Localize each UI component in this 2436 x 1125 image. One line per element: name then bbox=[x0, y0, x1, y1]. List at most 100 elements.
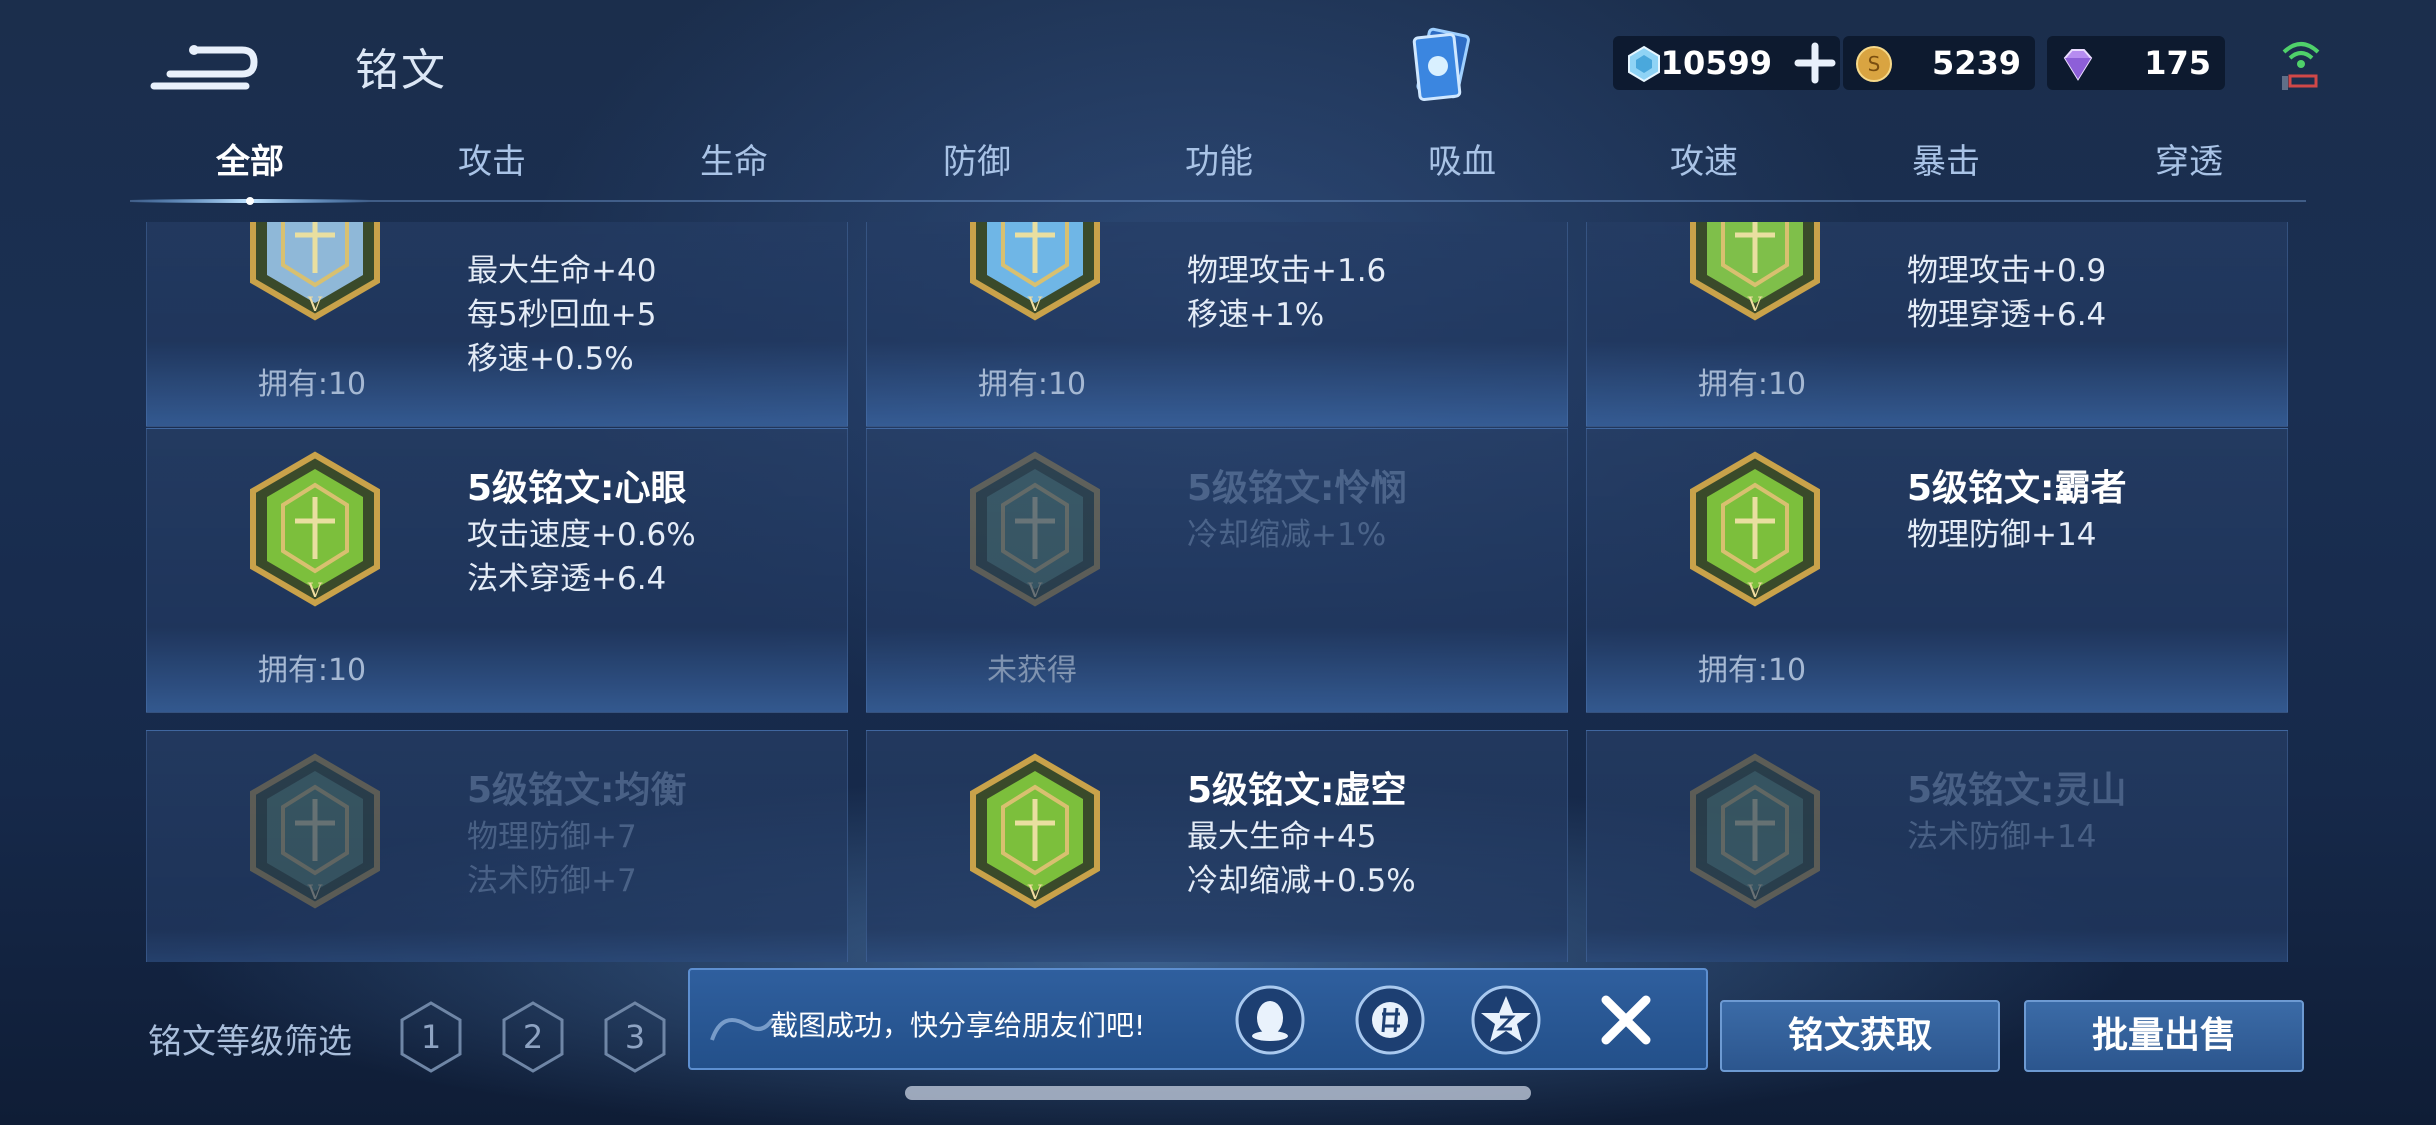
owned-count: 拥有:10 bbox=[257, 367, 367, 402]
inscription-attribute: 物理防御+14 bbox=[1907, 517, 2097, 553]
owned-count: 拥有:10 bbox=[1697, 653, 1807, 688]
back-arrow-icon[interactable] bbox=[150, 28, 260, 98]
gem-value: 175 bbox=[2144, 44, 2211, 82]
inscription-emblem-icon: V bbox=[1690, 451, 1820, 607]
diamond-icon bbox=[1628, 45, 1660, 83]
inscription-card[interactable]: V 5级铭文:灵山法术防御+14 bbox=[1586, 730, 2288, 962]
tab-penetration[interactable]: 穿透 bbox=[2069, 134, 2309, 183]
inscription-attribute: 物理攻击+1.6 bbox=[1187, 253, 1387, 289]
active-tab-indicator bbox=[130, 197, 370, 205]
inscription-attribute: 冷却缩减+0.5% bbox=[1187, 863, 1416, 899]
tab-attack-speed[interactable]: 攻速 bbox=[1584, 134, 1824, 183]
gold-balance: S 5239 bbox=[1843, 36, 2035, 90]
card-deck-icon[interactable] bbox=[1405, 24, 1485, 110]
inscription-attribute: 物理穿透+6.4 bbox=[1907, 297, 2107, 333]
inscription-card[interactable]: V 5级铭文:均衡物理防御+7 法术防御+7 bbox=[146, 730, 848, 962]
inscription-name: 5级铭文:灵山 bbox=[1907, 770, 2127, 811]
svg-text:V: V bbox=[1027, 578, 1043, 602]
gem-icon bbox=[2063, 49, 2093, 81]
level-filter-label: 铭文等级筛选 bbox=[148, 1022, 352, 1062]
inscription-name: 5级铭文:怜悯 bbox=[1187, 468, 1407, 509]
svg-text:V: V bbox=[307, 880, 323, 904]
inscription-emblem-icon: V bbox=[1690, 753, 1820, 909]
level-filter-3-label: 3 bbox=[625, 1018, 645, 1056]
tab-attack[interactable]: 攻击 bbox=[372, 134, 612, 183]
tab-lifesteal[interactable]: 吸血 bbox=[1342, 134, 1582, 183]
level-filter-2[interactable]: 2 bbox=[500, 1000, 566, 1074]
svg-text:V: V bbox=[307, 292, 323, 316]
hexagon-icon: 3 bbox=[604, 1001, 666, 1073]
inscription-attribute: 物理防御+7 bbox=[467, 819, 637, 855]
inscription-attribute: 法术防御+14 bbox=[1907, 819, 2097, 855]
tab-defense[interactable]: 防御 bbox=[857, 134, 1097, 183]
gold-value: 5239 bbox=[1931, 44, 2021, 82]
svg-text:V: V bbox=[1027, 880, 1043, 904]
inscription-name: 5级铭文:虚空 bbox=[1187, 770, 1407, 811]
bulk-sell-button[interactable]: 批量出售 bbox=[2024, 1000, 2304, 1072]
inscription-card[interactable]: V 5级铭文:虚空最大生命+45 冷却缩减+0.5% bbox=[866, 730, 1568, 962]
hexagon-icon: 2 bbox=[502, 1001, 564, 1073]
qzone-icon[interactable] bbox=[1470, 984, 1542, 1056]
gem-balance: 175 bbox=[2047, 36, 2225, 90]
gold-coin-icon: S bbox=[1856, 46, 1892, 82]
home-indicator[interactable] bbox=[905, 1086, 1531, 1100]
inscription-emblem-icon: V bbox=[970, 753, 1100, 909]
tab-function[interactable]: 功能 bbox=[1099, 134, 1339, 183]
svg-text:S: S bbox=[1868, 52, 1881, 76]
share-message: 截图成功，快分享给朋友们吧! bbox=[770, 1009, 1146, 1042]
inscription-attribute: 冷却缩减+1% bbox=[1187, 517, 1387, 553]
inscription-card[interactable]: V 拥有:10 5级铭文:霸者物理防御+14 bbox=[1586, 428, 2288, 713]
inscription-card[interactable]: V 拥有:10 物理攻击+1.6 移速+1% bbox=[866, 222, 1568, 427]
inscription-card[interactable]: V 拥有:10 物理攻击+0.9 物理穿透+6.4 bbox=[1586, 222, 2288, 427]
level-filter-3[interactable]: 3 bbox=[602, 1000, 668, 1074]
diamond-value: 10599 bbox=[1660, 44, 1772, 82]
inscription-attribute: 法术穿透+6.4 bbox=[467, 561, 667, 597]
svg-text:V: V bbox=[1747, 880, 1763, 904]
svg-text:V: V bbox=[1747, 578, 1763, 602]
inscription-card[interactable]: V 拥有:10 5级铭文:心眼攻击速度+0.6% 法术穿透+6.4 bbox=[146, 428, 848, 713]
close-icon[interactable] bbox=[1596, 990, 1656, 1050]
inscription-attribute: 攻击速度+0.6% bbox=[467, 517, 696, 553]
level-filter-1[interactable]: 1 bbox=[398, 1000, 464, 1074]
inscription-card[interactable]: V 拥有:10 最大生命+40 每5秒回血+5 移速+0.5% bbox=[146, 222, 848, 427]
tab-divider bbox=[130, 200, 2306, 202]
svg-text:V: V bbox=[1747, 292, 1763, 316]
page-title: 铭文 bbox=[355, 45, 447, 96]
inscription-emblem-icon: V bbox=[250, 451, 380, 607]
inscription-name: 5级铭文:均衡 bbox=[467, 770, 687, 811]
inscription-grid: V 拥有:10 最大生命+40 每5秒回血+5 移速+0.5% V 拥有:10 物理攻击+1.… bbox=[146, 222, 2288, 962]
category-tabs: 全部 攻击 生命 防御 功能 吸血 攻速 暴击 穿透 bbox=[130, 134, 2306, 204]
inscription-emblem-icon: V bbox=[250, 753, 380, 909]
inscription-emblem-icon: V bbox=[1690, 222, 1820, 321]
tab-health[interactable]: 生命 bbox=[614, 134, 854, 183]
inscription-attribute: 法术防御+7 bbox=[467, 863, 637, 899]
inscription-emblem-icon: V bbox=[970, 222, 1100, 321]
moments-icon[interactable] bbox=[1354, 984, 1426, 1056]
level-filter-2-label: 2 bbox=[523, 1018, 543, 1056]
hexagon-icon: 1 bbox=[400, 1001, 462, 1073]
svg-text:V: V bbox=[307, 578, 323, 602]
inscription-attribute: 最大生命+45 bbox=[1187, 819, 1377, 855]
inscription-name: 5级铭文:心眼 bbox=[467, 468, 687, 509]
owned-count: 拥有:10 bbox=[1697, 367, 1807, 402]
level-filter-1-label: 1 bbox=[421, 1018, 441, 1056]
acquire-inscription-button[interactable]: 铭文获取 bbox=[1720, 1000, 2000, 1072]
inscription-attribute: 移速+1% bbox=[1187, 297, 1325, 333]
inscription-attribute: 移速+0.5% bbox=[467, 341, 634, 377]
inscription-attribute: 物理攻击+0.9 bbox=[1907, 253, 2107, 289]
svg-text:V: V bbox=[1027, 292, 1043, 316]
inscription-attribute: 每5秒回血+5 bbox=[467, 297, 657, 333]
signal-icon bbox=[2282, 42, 2320, 90]
tab-critical[interactable]: 暴击 bbox=[1826, 134, 2066, 183]
inscription-card[interactable]: V 未获得 5级铭文:怜悯冷却缩减+1% bbox=[866, 428, 1568, 713]
inscription-emblem-icon: V bbox=[970, 451, 1100, 607]
owned-count: 拥有:10 bbox=[977, 367, 1087, 402]
owned-count: 未获得 bbox=[987, 653, 1077, 688]
plus-icon[interactable] bbox=[1792, 40, 1838, 86]
qq-icon[interactable] bbox=[1234, 984, 1306, 1056]
inscription-emblem-icon: V bbox=[250, 222, 380, 321]
inscription-attribute: 最大生命+40 bbox=[467, 253, 657, 289]
owned-count: 拥有:10 bbox=[257, 653, 367, 688]
tab-all[interactable]: 全部 bbox=[130, 134, 370, 183]
inscription-name: 5级铭文:霸者 bbox=[1907, 468, 2127, 509]
